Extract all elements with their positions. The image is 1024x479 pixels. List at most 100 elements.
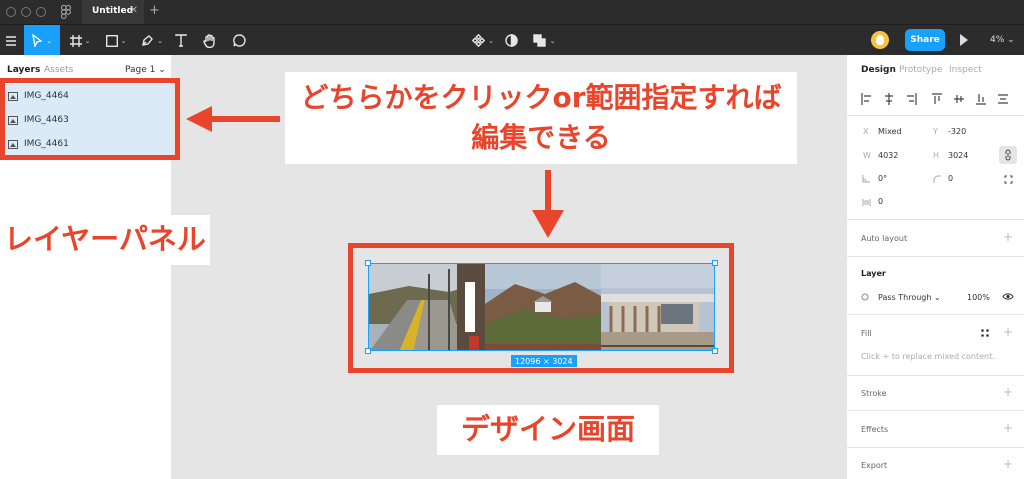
layer-section-title: Layer: [861, 269, 886, 278]
rotation-input[interactable]: 0°: [878, 174, 887, 183]
hand-icon: [202, 33, 215, 48]
add-auto-layout-icon[interactable]: +: [1003, 230, 1013, 244]
divider: [847, 410, 1024, 411]
instruction-line-1: どちらかをクリックor範囲指定すれば: [300, 81, 782, 114]
pen-icon: [142, 35, 154, 46]
zoom-level-dropdown[interactable]: 4% ⌄: [990, 35, 1015, 45]
resize-handle-bottom-right[interactable]: [712, 348, 718, 354]
present-play-icon[interactable]: [960, 34, 969, 46]
boolean-button[interactable]: ⌄: [530, 25, 558, 56]
align-vertical-center-icon[interactable]: [953, 91, 965, 105]
photo-mountain[interactable]: [485, 264, 601, 351]
chevron-down-icon: ⌄: [46, 36, 52, 45]
tab-inspect[interactable]: Inspect: [949, 65, 982, 75]
divider: [847, 219, 1024, 220]
resize-handle-top-right[interactable]: [712, 260, 718, 266]
chevron-down-icon: ⌄: [157, 36, 163, 45]
eye-icon[interactable]: [1002, 292, 1014, 301]
frame-tool-button[interactable]: ⌄: [64, 25, 96, 56]
user-avatar[interactable]: [871, 31, 889, 49]
photo-station[interactable]: [601, 264, 715, 351]
window-close-dot[interactable]: [6, 7, 16, 17]
corner-radius-input[interactable]: 0: [948, 174, 953, 183]
close-tab-icon[interactable]: ✕: [130, 5, 138, 16]
add-export-icon[interactable]: +: [1003, 457, 1013, 471]
chevron-down-icon: ⌄: [1007, 35, 1015, 45]
boolean-icon: [532, 34, 546, 47]
divider: [847, 314, 1024, 315]
align-right-icon[interactable]: [905, 91, 917, 105]
file-tab[interactable]: Untitled ✕: [82, 0, 144, 24]
blend-mode-icon: [861, 293, 869, 301]
window-zoom-dot[interactable]: [36, 7, 46, 17]
align-top-icon[interactable]: [931, 91, 943, 105]
align-bottom-icon[interactable]: [975, 91, 987, 105]
opacity-input[interactable]: 100%: [967, 293, 990, 302]
image-frame[interactable]: [368, 263, 715, 351]
page-selector[interactable]: Page 1 ⌄: [125, 65, 166, 75]
shape-tool-button[interactable]: ⌄: [100, 25, 132, 56]
figma-logo-icon[interactable]: [61, 5, 73, 19]
height-input[interactable]: 3024: [948, 151, 968, 160]
comment-tool-button[interactable]: [228, 25, 250, 56]
resize-handle-bottom-left[interactable]: [365, 348, 371, 354]
align-left-icon[interactable]: [861, 91, 873, 105]
x-label: X: [863, 127, 869, 136]
rectangle-icon: [105, 34, 118, 47]
frame-icon: [69, 34, 82, 47]
down-arrow-icon: [532, 170, 564, 238]
component-icon: [472, 34, 486, 47]
align-horizontal-center-icon[interactable]: [883, 91, 895, 105]
add-effect-icon[interactable]: +: [1003, 421, 1013, 435]
divider: [847, 375, 1024, 376]
fill-hint-text: Click + to replace mixed content.: [861, 352, 995, 361]
distribute-icon[interactable]: [997, 91, 1009, 105]
width-input[interactable]: 4032: [878, 151, 898, 160]
photo-platform[interactable]: [369, 264, 485, 351]
tab-prototype[interactable]: Prototype: [899, 65, 942, 75]
contrast-icon: [504, 34, 518, 47]
comment-icon: [232, 34, 246, 47]
x-input[interactable]: Mixed: [878, 127, 902, 136]
y-label: Y: [933, 127, 938, 136]
pen-tool-button[interactable]: ⌄: [136, 25, 168, 56]
window-minimize-dot[interactable]: [21, 7, 31, 17]
styles-grid-icon[interactable]: [980, 328, 990, 338]
mask-button[interactable]: [501, 25, 521, 56]
stroke-section-title: Stroke: [861, 389, 887, 398]
layers-highlight-box: [0, 78, 180, 160]
instruction-line-2: 編集できる: [471, 121, 611, 154]
export-section-title: Export: [861, 461, 888, 470]
move-tool-button[interactable]: ⌄: [24, 25, 60, 56]
right-panel: Design Prototype Inspect X Mixed Y -320 …: [846, 55, 1024, 479]
add-fill-icon[interactable]: +: [1003, 325, 1013, 339]
components-button[interactable]: ⌄: [467, 25, 499, 56]
hand-tool-button[interactable]: [198, 25, 220, 56]
blend-mode-dropdown[interactable]: Pass Through ⌄: [878, 293, 941, 302]
w-label: W: [863, 151, 871, 160]
chevron-down-icon: ⌄: [549, 36, 556, 45]
resize-handle-top-left[interactable]: [365, 260, 371, 266]
tab-design[interactable]: Design: [861, 65, 896, 75]
cursor-icon: [32, 34, 43, 47]
y-input[interactable]: -320: [948, 127, 966, 136]
add-stroke-icon[interactable]: +: [1003, 385, 1013, 399]
text-tool-button[interactable]: [170, 25, 192, 56]
new-tab-icon[interactable]: +: [149, 3, 160, 18]
constrain-proportions-button[interactable]: [999, 146, 1017, 164]
title-bar: Untitled ✕ +: [0, 0, 1024, 24]
left-arrow-icon: [186, 106, 280, 132]
main-menu-icon[interactable]: [0, 25, 22, 56]
text-icon: [175, 34, 187, 47]
divider: [847, 256, 1024, 257]
chevron-down-icon: ⌄: [84, 36, 91, 45]
tab-assets[interactable]: Assets: [44, 65, 73, 75]
share-button[interactable]: Share: [905, 29, 945, 51]
divider: [847, 447, 1024, 448]
spacing-input[interactable]: 0: [878, 197, 883, 206]
chevron-down-icon: ⌄: [120, 36, 127, 45]
independent-corners-icon[interactable]: [1004, 175, 1013, 184]
tab-layers[interactable]: Layers: [7, 65, 40, 75]
h-label: H: [933, 151, 940, 160]
frame-dimensions-badge: 12096 × 3024: [511, 355, 577, 367]
